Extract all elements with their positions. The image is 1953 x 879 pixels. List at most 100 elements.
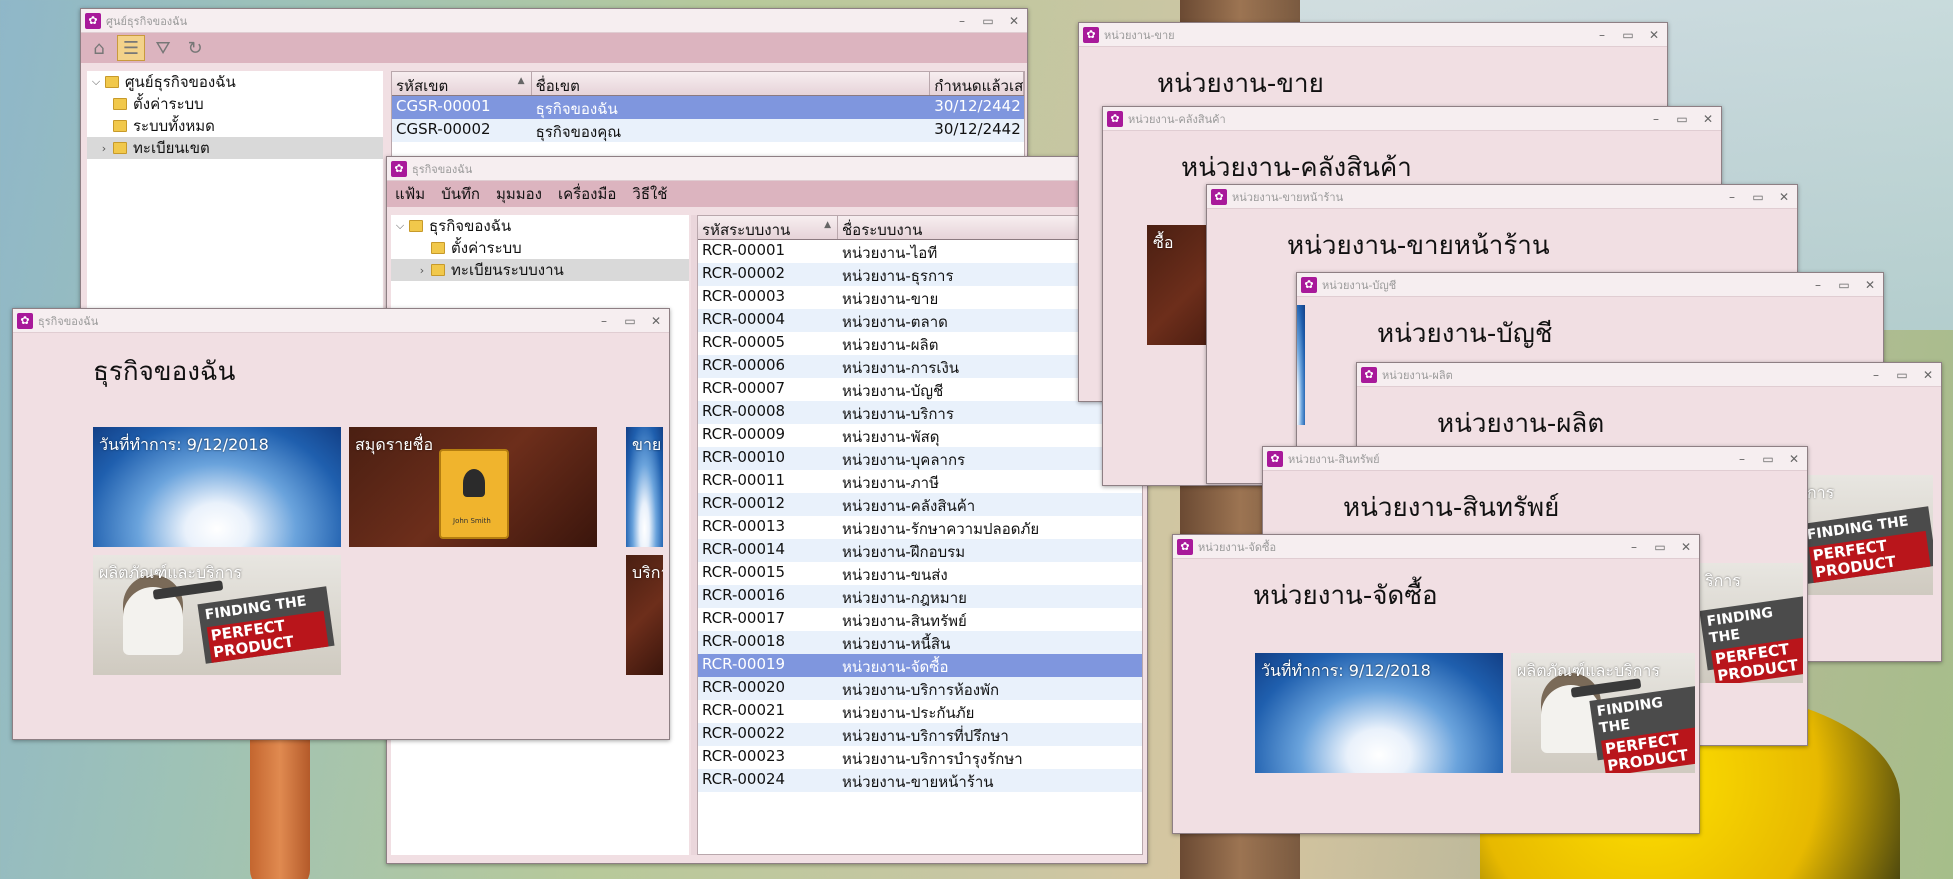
table-row[interactable]: RCR-00012 หน่วยงาน-คลังสินค้า bbox=[698, 493, 1142, 516]
chevron-down-icon[interactable]: ⌵ bbox=[87, 75, 105, 89]
table-row[interactable]: CGSR-00002 ธุรกิจของคุณ 30/12/2442 bbox=[392, 119, 1024, 142]
titlebar[interactable]: ✿ ศูนย์ธุรกิจของฉัน – ▭ ✕ bbox=[81, 9, 1027, 33]
minimize-button[interactable]: – bbox=[1719, 190, 1745, 204]
minimize-button[interactable]: – bbox=[1589, 28, 1615, 42]
table-row[interactable]: CGSR-00001 ธุรกิจของฉัน 30/12/2442 bbox=[392, 96, 1024, 119]
tile-working-date[interactable]: วันที่ทำการ: 9/12/2018 bbox=[93, 427, 341, 547]
menu-tools[interactable]: เครื่องมือ bbox=[558, 182, 616, 206]
titlebar[interactable]: ✿ หน่วยงาน-สินทรัพย์ – ▭ ✕ bbox=[1263, 447, 1807, 471]
cell-code: RCR-00024 bbox=[702, 770, 786, 788]
tile-products-partial[interactable]: ริการ FINDING THE PERFECT PRODUCT bbox=[1699, 563, 1803, 683]
table-row[interactable]: RCR-00018 หน่วยงาน-หนี้สิน bbox=[698, 631, 1142, 654]
window-my-business-dashboard[interactable]: ✿ ธุรกิจของฉัน – ▭ ✕ ธุรกิจของฉัน วันที่… bbox=[12, 308, 670, 740]
maximize-button[interactable]: ▭ bbox=[617, 314, 643, 328]
table-row[interactable]: RCR-00010 หน่วยงาน-บุคลากร bbox=[698, 447, 1142, 470]
maximize-button[interactable]: ▭ bbox=[1647, 540, 1673, 554]
refresh-icon[interactable]: ↻ bbox=[181, 35, 209, 61]
table-row[interactable]: RCR-00011 หน่วยงาน-ภาษี bbox=[698, 470, 1142, 493]
close-button[interactable]: ✕ bbox=[1781, 452, 1807, 466]
tile-working-date[interactable]: วันที่ทำการ: 9/12/2018 bbox=[1255, 653, 1503, 773]
table-row[interactable]: RCR-00020 หน่วยงาน-บริการห้องพัก bbox=[698, 677, 1142, 700]
titlebar[interactable]: ✿ หน่วยงาน-บัญชี – ▭ ✕ bbox=[1297, 273, 1883, 297]
tree-node-settings[interactable]: ตั้งค่าระบบ bbox=[87, 93, 383, 115]
chevron-right-icon[interactable]: › bbox=[413, 264, 431, 277]
table-row[interactable]: RCR-00014 หน่วยงาน-ฝึกอบรม bbox=[698, 539, 1142, 562]
table-row[interactable]: RCR-00003 หน่วยงาน-ขาย bbox=[698, 286, 1142, 309]
table-row[interactable]: RCR-00013 หน่วยงาน-รักษาความปลอดภัย bbox=[698, 516, 1142, 539]
titlebar[interactable]: ✿ ธุรกิจของฉัน – ▭ ✕ bbox=[13, 309, 669, 333]
table-row[interactable]: RCR-00005 หน่วยงาน-ผลิต bbox=[698, 332, 1142, 355]
chevron-down-icon[interactable]: ⌵ bbox=[391, 219, 409, 233]
close-button[interactable]: ✕ bbox=[1673, 540, 1699, 554]
chevron-right-icon[interactable]: › bbox=[95, 142, 113, 155]
table-row[interactable]: RCR-00001 หน่วยงาน-ไอที bbox=[698, 240, 1142, 263]
tree-node-root[interactable]: ⌵ ศูนย์ธุรกิจของฉัน bbox=[87, 71, 383, 93]
window-purchasing[interactable]: ✿ หน่วยงาน-จัดซื้อ – ▭ ✕ หน่วยงาน-จัดซื้… bbox=[1172, 534, 1700, 834]
table-row[interactable]: RCR-00004 หน่วยงาน-ตลาด bbox=[698, 309, 1142, 332]
minimize-button[interactable]: – bbox=[591, 314, 617, 328]
maximize-button[interactable]: ▭ bbox=[1669, 112, 1695, 126]
titlebar[interactable]: ✿ หน่วยงาน-ขายหน้าร้าน – ▭ ✕ bbox=[1207, 185, 1797, 209]
table-row[interactable]: RCR-00015 หน่วยงาน-ขนส่ง bbox=[698, 562, 1142, 585]
tree-node-zone-register[interactable]: › ทะเบียนเขต bbox=[87, 137, 383, 159]
table-row[interactable]: RCR-00008 หน่วยงาน-บริการ bbox=[698, 401, 1142, 424]
maximize-button[interactable]: ▭ bbox=[1831, 278, 1857, 292]
tile-products-services[interactable]: ผลิตภัณฑ์และบริการ FINDING THE PERFECT PR… bbox=[93, 555, 341, 675]
minimize-button[interactable]: – bbox=[1863, 368, 1889, 382]
home-icon[interactable]: ⌂ bbox=[85, 35, 113, 61]
tile-contacts[interactable]: สมุดรายชื่อ John Smith bbox=[349, 427, 597, 547]
titlebar[interactable]: ✿ หน่วยงาน-ผลิต – ▭ ✕ bbox=[1357, 363, 1941, 387]
menu-view[interactable]: มุมมอง bbox=[496, 182, 542, 206]
titlebar[interactable]: ✿ หน่วยงาน-คลังสินค้า – ▭ ✕ bbox=[1103, 107, 1721, 131]
table-row[interactable]: RCR-00009 หน่วยงาน-พัสดุ bbox=[698, 424, 1142, 447]
close-button[interactable]: ✕ bbox=[1001, 14, 1027, 28]
tile-service-partial[interactable]: บริการ bbox=[626, 555, 663, 675]
table-row[interactable]: RCR-00022 หน่วยงาน-บริการที่ปรึกษา bbox=[698, 723, 1142, 746]
minimize-button[interactable]: – bbox=[1643, 112, 1669, 126]
close-button[interactable]: ✕ bbox=[1771, 190, 1797, 204]
column-header-defined[interactable]: กำหนดแล้วเส bbox=[930, 72, 1024, 95]
minimize-button[interactable]: – bbox=[1729, 452, 1755, 466]
tile-products-services[interactable]: ผลิตภัณฑ์และบริการ FINDING THE PERFECT PR… bbox=[1511, 653, 1695, 773]
maximize-button[interactable]: ▭ bbox=[1615, 28, 1641, 42]
close-button[interactable]: ✕ bbox=[1915, 368, 1941, 382]
titlebar[interactable]: ✿ ธุรกิจของฉัน – ▭ ✕ bbox=[387, 157, 1147, 181]
tile-products-partial[interactable]: การ FINDING THE PERFECT PRODUCT bbox=[1801, 475, 1933, 595]
table-row[interactable]: RCR-00007 หน่วยงาน-บัญชี bbox=[698, 378, 1142, 401]
menu-help[interactable]: วิธีใช้ bbox=[632, 182, 667, 206]
column-header-zone-name[interactable]: ชื่อเขต bbox=[532, 72, 931, 95]
column-header-system-code[interactable]: รหัสระบบงาน ▲ bbox=[698, 216, 838, 239]
menu-save[interactable]: บันทึก bbox=[441, 182, 480, 206]
minimize-button[interactable]: – bbox=[1621, 540, 1647, 554]
maximize-button[interactable]: ▭ bbox=[1745, 190, 1771, 204]
tree-node-all-systems[interactable]: ระบบทั้งหมด bbox=[87, 115, 383, 137]
close-button[interactable]: ✕ bbox=[1641, 28, 1667, 42]
maximize-button[interactable]: ▭ bbox=[1889, 368, 1915, 382]
table-row[interactable]: RCR-00024 หน่วยงาน-ขายหน้าร้าน bbox=[698, 769, 1142, 792]
table-row[interactable]: RCR-00023 หน่วยงาน-บริการบำรุงรักษา bbox=[698, 746, 1142, 769]
close-button[interactable]: ✕ bbox=[1857, 278, 1883, 292]
maximize-button[interactable]: ▭ bbox=[1755, 452, 1781, 466]
table-row[interactable]: RCR-00006 หน่วยงาน-การเงิน bbox=[698, 355, 1142, 378]
tree-node-system-register[interactable]: › ทะเบียนระบบงาน bbox=[391, 259, 689, 281]
tree-node-root[interactable]: ⌵ ธุรกิจของฉัน bbox=[391, 215, 689, 237]
titlebar[interactable]: ✿ หน่วยงาน-ขาย – ▭ ✕ bbox=[1079, 23, 1667, 47]
titlebar[interactable]: ✿ หน่วยงาน-จัดซื้อ – ▭ ✕ bbox=[1173, 535, 1699, 559]
tile-date-partial[interactable] bbox=[1297, 305, 1305, 425]
table-row[interactable]: RCR-00017 หน่วยงาน-สินทรัพย์ bbox=[698, 608, 1142, 631]
table-row[interactable]: RCR-00016 หน่วยงาน-กฎหมาย bbox=[698, 585, 1142, 608]
tree-node-settings[interactable]: ตั้งค่าระบบ bbox=[391, 237, 689, 259]
table-row[interactable]: RCR-00019 หน่วยงาน-จัดซื้อ bbox=[698, 654, 1142, 677]
close-button[interactable]: ✕ bbox=[1695, 112, 1721, 126]
minimize-button[interactable]: – bbox=[949, 14, 975, 28]
maximize-button[interactable]: ▭ bbox=[975, 14, 1001, 28]
tree-view-icon[interactable]: ☰ bbox=[117, 35, 145, 61]
filter-icon[interactable]: ⛛ bbox=[149, 35, 177, 61]
table-row[interactable]: RCR-00002 หน่วยงาน-ธุรการ bbox=[698, 263, 1142, 286]
menu-file[interactable]: แฟ้ม bbox=[395, 182, 425, 206]
column-header-zone-code[interactable]: รหัสเขต ▲ bbox=[392, 72, 532, 95]
minimize-button[interactable]: – bbox=[1805, 278, 1831, 292]
table-row[interactable]: RCR-00021 หน่วยงาน-ประกันภัย bbox=[698, 700, 1142, 723]
tile-sales-partial[interactable]: ขาย bbox=[626, 427, 663, 547]
close-button[interactable]: ✕ bbox=[643, 314, 669, 328]
